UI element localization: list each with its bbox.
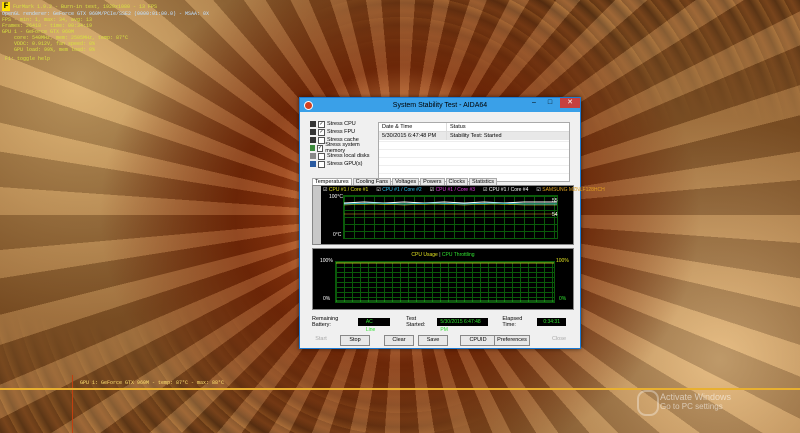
aida64-window: System Stability Test - AIDA64 – □ ✕ ✓ St… (299, 97, 605, 349)
cpu-throttling-label: CPU Throttling (441, 252, 475, 258)
temperature-plot (343, 195, 558, 239)
graph-marker (72, 375, 73, 433)
checkbox[interactable]: ✓ (317, 144, 324, 152)
temperature-graph: ☑ CPU #1 / Core #1 ☑ CPU #1 / Core #2 ☑ CP… (312, 185, 605, 245)
watermark-icon (637, 390, 659, 416)
test-started-label: Test Started: (406, 316, 426, 328)
minimize-button[interactable]: – (526, 98, 542, 108)
cache-icon (310, 137, 316, 143)
legend-label: CPU #1 / Core #1 (328, 187, 369, 193)
battery-value: AC Line (357, 318, 391, 333)
col-date-time[interactable]: Date & Time (379, 123, 447, 131)
temperature-lines (344, 201, 557, 215)
legend-item[interactable]: ☑ CPU #1 / Core #2 (376, 187, 421, 193)
cpuid-button[interactable]: CPUID (460, 335, 496, 346)
legend-label: CPU #1 / Core #4 (488, 187, 529, 193)
option-stress-cpu[interactable]: ✓ Stress CPU (310, 120, 372, 128)
log-date: 5/30/2015 6:47:48 PM (379, 132, 447, 140)
gpu-graph-label: GPU 1: GeForce GTX 960M - temp: 87°C - m… (80, 380, 225, 386)
option-label: Stress FPU (327, 129, 356, 135)
usage-left-bottom: 0% (323, 296, 331, 302)
cpu-usage-label: CPU Usage (411, 252, 438, 258)
osd-help-line: F1: toggle help (5, 56, 51, 62)
title-separator: | (439, 252, 441, 258)
temp-right-value-a: 55 (552, 198, 558, 204)
status-bar: Remaining Battery: AC Line Test Started:… (312, 316, 574, 333)
button-row: Start Stop Clear Save CPUID Preferences … (308, 335, 574, 346)
activate-subtitle: Go to PC settings (660, 402, 723, 411)
usage-right-top: 100% (556, 258, 569, 264)
option-label: Stress CPU (327, 121, 356, 127)
legend-item[interactable]: ☑ CPU #1 / Core #4 (483, 187, 528, 193)
checkbox[interactable] (318, 152, 325, 160)
preferences-button[interactable]: Preferences (494, 335, 530, 346)
memory-icon (310, 145, 316, 151)
option-stress-gpu[interactable]: Stress GPU(s) (310, 160, 372, 168)
close-button[interactable]: Close (546, 335, 572, 344)
cpu-usage-graph: CPU Usage | CPU Throttling 100% 0% 100% … (312, 248, 574, 310)
legend-label: CPU #1 / Core #3 (435, 187, 476, 193)
legend-label: SAMSUNG MZNLF128HCH (542, 187, 605, 193)
test-started-value: 5/30/2015 6:47:48 PM (437, 318, 489, 333)
usage-title: CPU Usage | CPU Throttling (313, 252, 573, 258)
option-stress-disks[interactable]: Stress local disks (310, 152, 372, 160)
gpu-temp-graph (0, 388, 800, 390)
osd-app-line: FurMark 1.9.2 - Burn-in test, 1920x1080 … (13, 3, 158, 10)
activate-windows-notice: Activate Windows Go to PC settings (660, 392, 731, 412)
option-stress-memory[interactable]: ✓ Stress system memory (310, 142, 372, 154)
stress-options: ✓ Stress CPU ✓ Stress FPU Stress cache ✓ St… (310, 120, 372, 168)
furmark-logo-icon: F (2, 2, 10, 11)
battery-label: Remaining Battery: (312, 316, 339, 328)
checkbox[interactable] (318, 136, 325, 144)
usage-lines (336, 262, 554, 302)
option-label: Stress local disks (327, 153, 370, 159)
legend-item[interactable]: ☑ CPU #1 / Core #3 (430, 187, 475, 193)
log-status: Stability Test: Started (450, 133, 502, 139)
temp-y-bottom: 0°C (333, 232, 342, 238)
clear-button[interactable]: Clear (384, 335, 414, 346)
legend-item[interactable]: ☑ SAMSUNG MZNLF128HCH (536, 187, 604, 193)
checkbox[interactable]: ✓ (318, 128, 325, 136)
gpu-icon (310, 161, 316, 167)
log-row[interactable]: 5/30/2015 6:47:48 PM Stability Test: Sta… (379, 132, 569, 140)
cpu-icon (310, 121, 316, 127)
activate-title: Activate Windows (660, 392, 732, 402)
save-button[interactable]: Save (418, 335, 448, 346)
temperature-legend: ☑ CPU #1 / Core #1 ☑ CPU #1 / Core #2 ☑ CP… (323, 187, 613, 193)
option-stress-fpu[interactable]: ✓ Stress FPU (310, 128, 372, 136)
disk-icon (310, 153, 316, 159)
legend-label: CPU #1 / Core #2 (382, 187, 422, 193)
option-label: Stress GPU(s) (327, 161, 363, 167)
close-window-button[interactable]: ✕ (560, 98, 580, 108)
stop-button[interactable]: Stop (340, 335, 370, 346)
title-bar[interactable]: System Stability Test - AIDA64 – □ ✕ (300, 98, 580, 112)
checkbox[interactable] (318, 160, 325, 168)
status-log[interactable]: Date & Time Status 5/30/2015 6:47:48 PM … (378, 122, 570, 182)
elapsed-label: Elapsed Time: (502, 316, 523, 328)
log-empty-rows (379, 140, 569, 181)
maximize-button[interactable]: □ (542, 98, 558, 108)
osd-line: GPU load: 99%, mem load: 9% (14, 47, 96, 53)
usage-right-bottom: 0% (559, 296, 567, 302)
graph-side-strip (313, 186, 321, 244)
temp-right-value-b: 54 (552, 212, 558, 218)
fpu-icon (310, 129, 316, 135)
start-button[interactable]: Start (310, 335, 332, 344)
col-status[interactable]: Status (447, 123, 569, 131)
usage-left-top: 100% (320, 258, 333, 264)
legend-item[interactable]: ☑ CPU #1 / Core #1 (323, 187, 368, 193)
usage-plot (335, 261, 555, 303)
checkbox[interactable]: ✓ (318, 120, 325, 128)
temp-y-top: 100°C (329, 194, 343, 200)
furmark-osd: F FurMark 1.9.2 - Burn-in test, 1920x108… (2, 2, 209, 62)
elapsed-value: 0:34:31 (537, 318, 566, 326)
